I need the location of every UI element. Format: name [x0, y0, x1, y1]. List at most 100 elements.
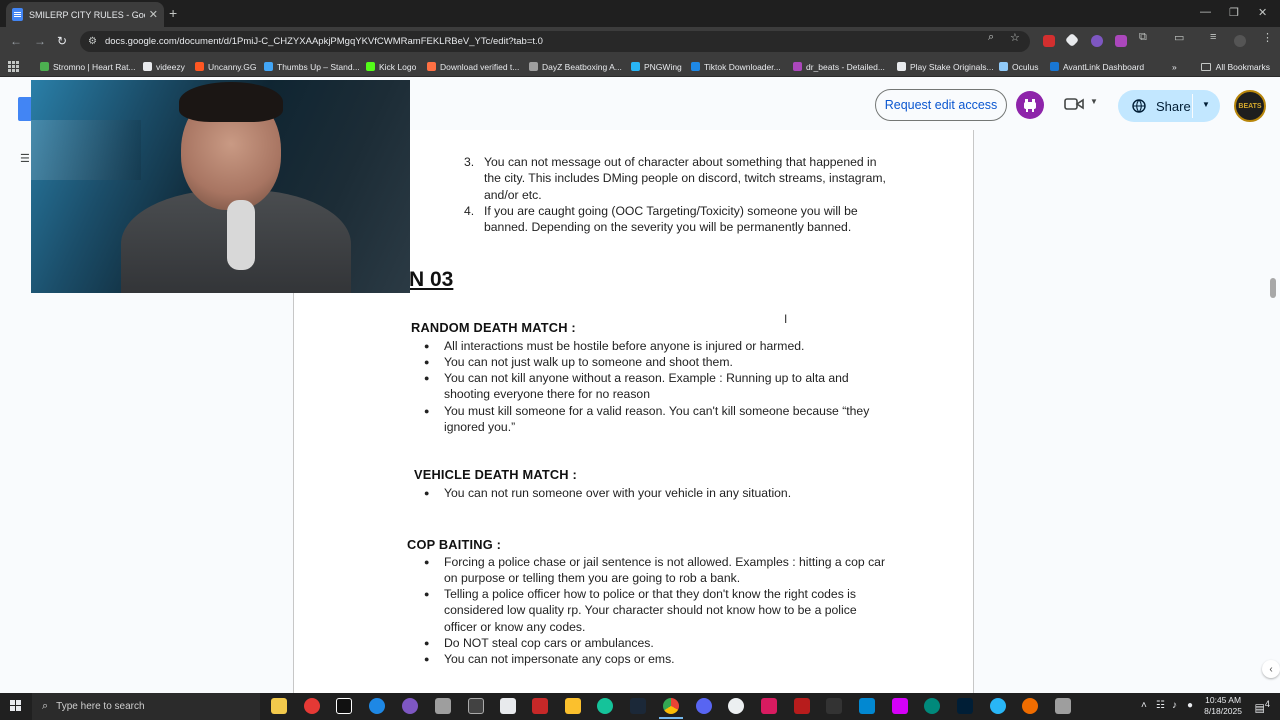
- chevron-down-icon[interactable]: ▼: [1090, 97, 1098, 106]
- photoshop-icon[interactable]: [957, 698, 973, 714]
- document-outline-icon[interactable]: ☰: [20, 152, 30, 165]
- bookmark-star-icon[interactable]: ☆: [1010, 31, 1020, 44]
- discord-icon[interactable]: [696, 698, 712, 714]
- bookmark-label: Play Stake Originals...: [910, 61, 994, 72]
- bookmark-item[interactable]: Download verified t...: [427, 56, 519, 77]
- clock-time: 10:45 AM: [1205, 695, 1242, 705]
- taskbar-app-icon[interactable]: [435, 698, 451, 714]
- list-item: 3. You can not message out of character …: [464, 154, 886, 203]
- list-line: Do NOT steal cop cars or ambulances.: [444, 636, 654, 650]
- volume-icon[interactable]: ♪: [1172, 700, 1177, 711]
- taskbar-app-icon[interactable]: [1022, 698, 1038, 714]
- bookmark-item[interactable]: Kick Logo: [366, 56, 416, 77]
- instagram-icon[interactable]: [761, 698, 777, 714]
- grammarly-icon[interactable]: [597, 698, 613, 714]
- extension-icon[interactable]: [1115, 35, 1127, 47]
- taskbar-app-icon[interactable]: [304, 698, 320, 714]
- minimize-icon[interactable]: —: [1200, 6, 1211, 18]
- taskbar-app-icon[interactable]: [1055, 698, 1071, 714]
- scrollbar-thumb[interactable]: [1270, 278, 1276, 298]
- profile-icon[interactable]: [1234, 35, 1246, 47]
- windows-start-icon[interactable]: [10, 700, 22, 712]
- zoom-icon[interactable]: ⌕: [988, 31, 994, 44]
- taskbar-search[interactable]: ⌕ Type here to search: [32, 693, 260, 720]
- bookmark-item[interactable]: Stromno | Heart Rat...: [40, 56, 136, 77]
- search-placeholder: Type here to search: [56, 701, 145, 712]
- bookmark-item[interactable]: Play Stake Originals...: [897, 56, 994, 77]
- list-item: You can not impersonate any cops or ems.: [424, 651, 894, 668]
- list-line: If you are caught going (OOC Targeting/T…: [484, 204, 858, 218]
- share-button[interactable]: Share ▼: [1118, 90, 1220, 122]
- meet-video-icon[interactable]: [1064, 97, 1084, 116]
- site-info-icon[interactable]: ⚙: [88, 36, 97, 47]
- all-bookmarks[interactable]: All Bookmarks: [1200, 56, 1270, 77]
- bookmark-item[interactable]: videezy: [143, 56, 185, 77]
- bookmarks-overflow-icon[interactable]: »: [1172, 56, 1177, 77]
- tab-search-icon[interactable]: ≡: [1210, 31, 1216, 43]
- bookmark-label: videezy: [156, 61, 185, 72]
- taskbar-app-icon[interactable]: [859, 698, 875, 714]
- taskbar-app-icon[interactable]: [565, 698, 581, 714]
- bookmark-item[interactable]: Thumbs Up – Stand...: [264, 56, 360, 77]
- netflix-icon[interactable]: [532, 698, 548, 714]
- bookmark-label: AvantLink Dashboard: [1063, 61, 1145, 72]
- taskbar-app-icon[interactable]: [728, 698, 744, 714]
- bookmark-item[interactable]: AvantLink Dashboard: [1050, 56, 1144, 77]
- bookmark-item[interactable]: dr_beats - Detailed...: [793, 56, 885, 77]
- chrome-icon[interactable]: [663, 698, 679, 714]
- taskbar-app-icon[interactable]: [826, 698, 842, 714]
- extension-icon[interactable]: [1091, 35, 1103, 47]
- bookmark-favicon-icon: [264, 62, 273, 71]
- taskbar-app-icon[interactable]: [402, 698, 418, 714]
- webcam-background: [31, 120, 141, 180]
- cast-icon[interactable]: ▭: [1174, 31, 1184, 44]
- list-item: All interactions must be hostile before …: [424, 338, 894, 355]
- notification-center-icon[interactable]: ▤4: [1255, 699, 1271, 715]
- bookmark-item[interactable]: PNGWing: [631, 56, 682, 77]
- list-number: 3.: [464, 155, 475, 169]
- file-explorer-icon[interactable]: [271, 698, 287, 714]
- list-number: 4.: [464, 204, 475, 218]
- taskbar-app-icon[interactable]: [468, 698, 484, 714]
- taskbar-app-icon[interactable]: [369, 698, 385, 714]
- forward-icon[interactable]: →: [34, 34, 46, 48]
- tray-overflow-icon[interactable]: ˄: [1141, 700, 1147, 711]
- bookmark-favicon-icon: [40, 62, 49, 71]
- steam-icon[interactable]: [630, 698, 646, 714]
- back-icon[interactable]: ←: [10, 34, 22, 48]
- bookmark-item[interactable]: Tiktok Downloader...: [691, 56, 781, 77]
- restore-icon[interactable]: ❐: [1229, 6, 1239, 19]
- user-avatar[interactable]: BEATS: [1234, 90, 1266, 122]
- text-cursor-icon: I: [784, 312, 788, 326]
- edge-icon[interactable]: [924, 698, 940, 714]
- share-dropdown-icon[interactable]: ▼: [1202, 100, 1210, 109]
- side-panel-toggle-icon[interactable]: ‹: [1262, 660, 1280, 678]
- taskbar-app-icon[interactable]: [500, 698, 516, 714]
- telegram-icon[interactable]: [990, 698, 1006, 714]
- microphone-icon[interactable]: ●: [1187, 700, 1193, 711]
- menu-icon[interactable]: ⋮: [1262, 31, 1273, 44]
- close-window-icon[interactable]: ✕: [1258, 6, 1267, 19]
- new-tab-icon[interactable]: +: [169, 5, 177, 21]
- anonymous-user-icon[interactable]: [1016, 91, 1044, 119]
- clock[interactable]: 10:45 AM 8/18/2025: [1204, 695, 1242, 717]
- tab-title: SMILERP CITY RULES - Google: [29, 9, 145, 20]
- request-edit-access-button[interactable]: Request edit access: [875, 89, 1007, 121]
- tab-close-icon[interactable]: ✕: [149, 8, 158, 21]
- section-heading: RANDOM DEATH MATCH :: [411, 320, 576, 335]
- extension-icon[interactable]: [1043, 35, 1055, 47]
- reload-icon[interactable]: ↻: [57, 34, 67, 48]
- extension-icon[interactable]: [1064, 32, 1080, 48]
- browser-tab-active[interactable]: SMILERP CITY RULES - Google ✕: [6, 2, 164, 27]
- tiktok-icon[interactable]: [336, 698, 352, 714]
- taskbar-app-icon[interactable]: [794, 698, 810, 714]
- bookmark-item[interactable]: Oculus: [999, 56, 1038, 77]
- extensions-puzzle-icon[interactable]: ⧉: [1139, 31, 1147, 44]
- apps-grid-icon[interactable]: [8, 61, 19, 72]
- address-bar[interactable]: ⚙ docs.google.com/document/d/1PmiJ-C_CHZ…: [80, 31, 1030, 52]
- bookmark-item[interactable]: DayZ Beatboxing A...: [529, 56, 622, 77]
- network-icon[interactable]: ☷: [1156, 700, 1165, 711]
- taskbar-app-icon[interactable]: [892, 698, 908, 714]
- bookmark-item[interactable]: Uncanny.GG: [195, 56, 257, 77]
- list-line: You must kill someone for a valid reason…: [444, 404, 870, 418]
